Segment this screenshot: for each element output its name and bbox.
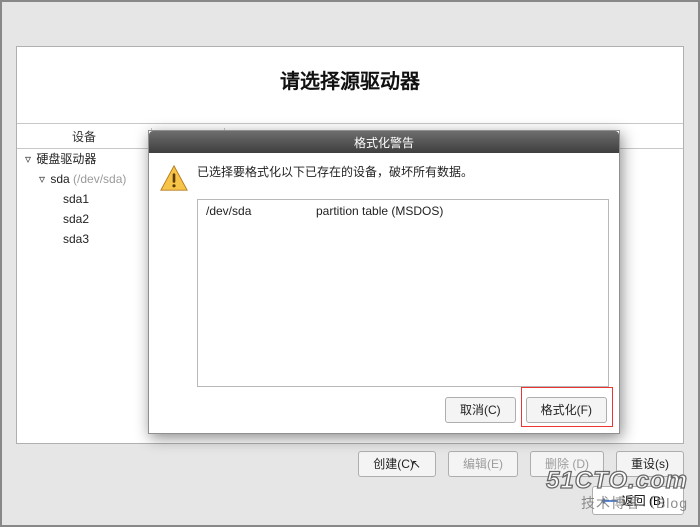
dialog-titlebar[interactable]: 格式化警告 [149, 131, 619, 153]
tree-part-label: sda3 [63, 232, 89, 246]
dialog-message: 已选择要格式化以下已存在的设备，破坏所有数据。 [197, 161, 473, 180]
col-device: 设备 [17, 128, 151, 145]
list-item[interactable]: /dev/sda partition table (MSDOS) [198, 200, 608, 222]
list-item-device: /dev/sda [206, 204, 316, 218]
edit-button[interactable]: 编辑(E) [448, 451, 518, 477]
create-button-label: 创建(C) [373, 457, 414, 471]
dialog-title: 格式化警告 [354, 134, 414, 151]
tree-part-label: sda1 [63, 192, 89, 206]
highlight-box [521, 387, 613, 427]
create-button[interactable]: 创建(C)↖ [358, 451, 436, 477]
list-item-desc: partition table (MSDOS) [316, 204, 443, 218]
tree-disk-label: sda [50, 172, 69, 186]
tree-disk-hint: (/dev/sda) [73, 172, 126, 186]
cursor-icon: ↖ [411, 457, 421, 471]
caret-down-icon: ▿ [23, 149, 33, 169]
watermark-logo: 51CTO.com [546, 467, 688, 495]
tree-part-label: sda2 [63, 212, 89, 226]
format-warning-dialog: 格式化警告 已选择要格式化以下已存在的设备，破坏所有数据。 /dev/sda p… [148, 130, 620, 434]
page-title: 请选择源驱动器 [17, 65, 683, 94]
caret-down-icon: ▿ [37, 169, 47, 189]
tree-root-label: 硬盘驱动器 [36, 152, 96, 166]
format-list[interactable]: /dev/sda partition table (MSDOS) [197, 199, 609, 387]
warning-icon [159, 163, 189, 193]
cancel-button[interactable]: 取消(C) [445, 397, 516, 423]
watermark-caption: 技术博客（Blog [581, 493, 688, 513]
